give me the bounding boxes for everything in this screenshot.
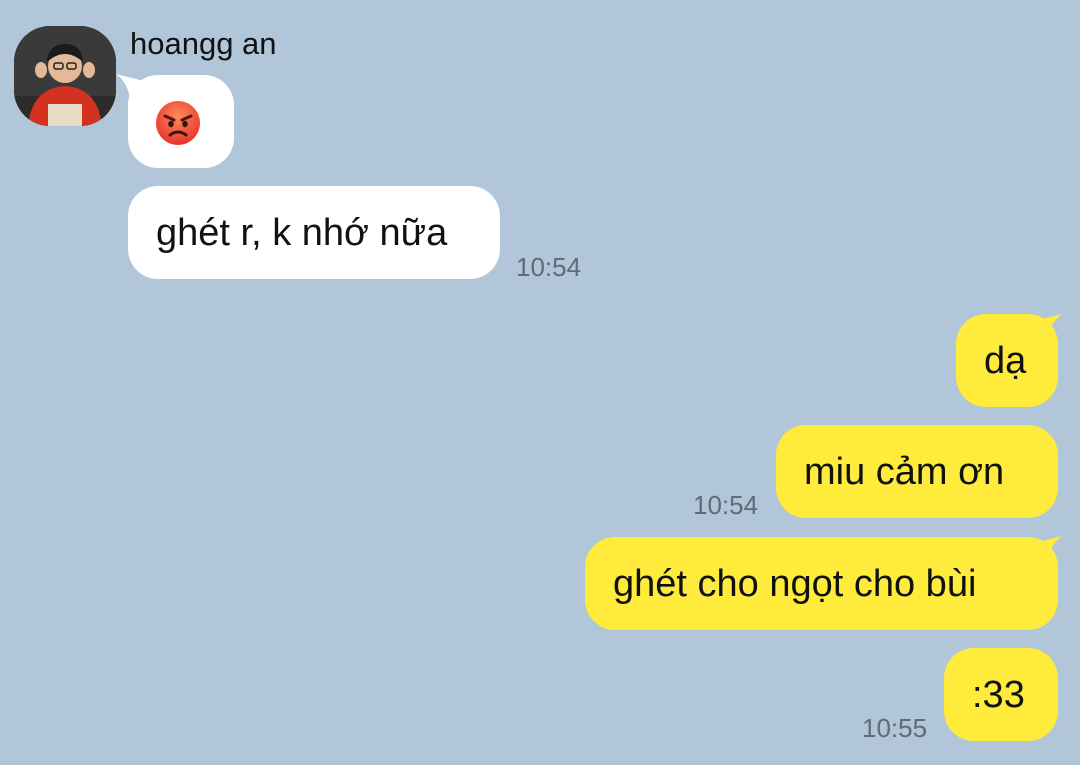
outgoing-timestamp: 10:54 [693,490,759,520]
outgoing-message-text: ghét cho ngọt cho bùi [613,563,977,605]
incoming-message-text: ghét r, k nhớ nữa [156,212,448,254]
profile-photo-icon [14,26,116,126]
outgoing-message-text: dạ [984,340,1027,382]
incoming-timestamp: 10:54 [516,252,582,282]
contact-avatar[interactable] [14,26,116,126]
incoming-message-bubble[interactable]: ghét r, k nhớ nữa [128,186,500,279]
outgoing-message-bubble[interactable]: ghét cho ngọt cho bùi [585,537,1058,630]
outgoing-message-bubble[interactable]: dạ [956,314,1058,407]
angry-face-emoji [156,101,200,145]
outgoing-message-text: :33 [972,674,1025,716]
sender-name: hoangg an [130,26,277,61]
outgoing-message-bubble[interactable]: :33 [944,648,1058,741]
outgoing-message-bubble[interactable]: miu cảm ơn [776,425,1058,518]
outgoing-message-text: miu cảm ơn [804,451,1005,493]
outgoing-timestamp: 10:55 [862,713,928,743]
